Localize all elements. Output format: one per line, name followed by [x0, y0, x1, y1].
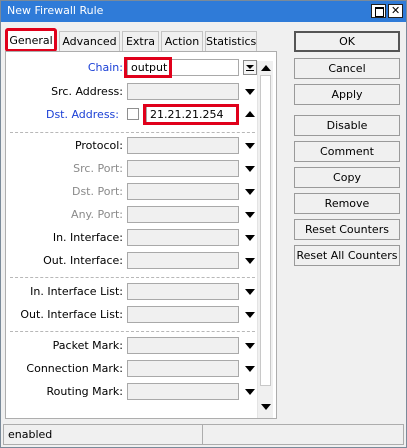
tab-action[interactable]: Action — [161, 31, 203, 51]
chain-field[interactable]: output — [127, 59, 239, 76]
chevron-down-icon[interactable] — [245, 143, 255, 149]
comment-button[interactable]: Comment — [294, 141, 400, 162]
chevron-up-icon[interactable] — [245, 111, 255, 117]
chevron-down-icon[interactable] — [245, 235, 255, 241]
chevron-down-icon[interactable] — [245, 389, 255, 395]
chevron-down-icon[interactable] — [245, 343, 255, 349]
in-interface-list-label: In. Interface List: — [30, 285, 123, 298]
protocol-label: Protocol: — [74, 139, 123, 152]
apply-button[interactable]: Apply — [294, 84, 400, 105]
ok-button[interactable]: OK — [294, 31, 400, 52]
src-address-field[interactable] — [127, 83, 239, 100]
in-interface-list-field[interactable] — [127, 283, 239, 300]
routing-mark-field[interactable] — [127, 383, 239, 400]
dst-address-field[interactable]: 21.21.21.254 — [146, 106, 239, 123]
scrollbar-thumb[interactable] — [260, 75, 271, 386]
window-title: New Firewall Rule — [7, 4, 104, 17]
separator — [10, 277, 260, 278]
chevron-down-icon[interactable] — [245, 166, 255, 172]
maximize-icon[interactable] — [371, 4, 386, 18]
dst-address-label: Dst. Address: — [45, 108, 119, 121]
panel-scrollbar[interactable] — [257, 61, 273, 418]
chevron-down-icon[interactable] — [245, 366, 255, 372]
packet-mark-field[interactable] — [127, 337, 239, 354]
tab-extra[interactable]: Extra — [122, 31, 159, 51]
dst-port-label: Dst. Port: — [71, 185, 123, 198]
reset-all-counters-button[interactable]: Reset All Counters — [294, 245, 400, 266]
firewall-rule-window: New Firewall Rule General Advanced Extra… — [0, 0, 407, 448]
src-address-label: Src. Address: — [51, 85, 123, 98]
chain-label: Chain: — [87, 61, 123, 74]
any-port-label: Any. Port: — [71, 208, 123, 221]
chain-dropdown-icon[interactable] — [243, 60, 257, 75]
out-interface-label: Out. Interface: — [43, 254, 123, 267]
reset-counters-button[interactable]: Reset Counters — [294, 219, 400, 240]
status-bar: enabled — [3, 424, 404, 445]
src-port-field[interactable] — [127, 160, 239, 177]
tab-general[interactable]: General — [7, 28, 55, 52]
routing-mark-label: Routing Mark: — [46, 385, 123, 398]
chevron-down-icon[interactable] — [245, 189, 255, 195]
chevron-down-icon[interactable] — [245, 312, 255, 318]
connection-mark-label: Connection Mark: — [26, 362, 123, 375]
chevron-down-icon[interactable] — [245, 212, 255, 218]
out-interface-list-field[interactable] — [127, 306, 239, 323]
dst-address-invert-checkbox[interactable] — [127, 108, 139, 120]
scroll-up-icon[interactable] — [261, 65, 271, 71]
in-interface-label: In. Interface: — [52, 231, 123, 244]
status-text: enabled — [8, 428, 53, 441]
general-panel: Chain: output Src. Address: Dst. Address… — [5, 51, 277, 419]
disable-button[interactable]: Disable — [294, 115, 400, 136]
tab-advanced[interactable]: Advanced — [59, 31, 120, 51]
src-port-label: Src. Port: — [73, 162, 123, 175]
chevron-down-icon[interactable] — [245, 258, 255, 264]
connection-mark-field[interactable] — [127, 360, 239, 377]
status-divider — [202, 425, 203, 444]
scroll-down-icon[interactable] — [261, 404, 271, 410]
separator — [10, 331, 260, 332]
in-interface-field[interactable] — [127, 229, 239, 246]
tab-statistics[interactable]: Statistics — [205, 31, 257, 51]
close-icon[interactable] — [388, 4, 403, 18]
protocol-field[interactable] — [127, 137, 239, 154]
dst-port-field[interactable] — [127, 183, 239, 200]
out-interface-field[interactable] — [127, 252, 239, 269]
packet-mark-label: Packet Mark: — [52, 339, 123, 352]
out-interface-list-label: Out. Interface List: — [20, 308, 123, 321]
copy-button[interactable]: Copy — [294, 167, 400, 188]
remove-button[interactable]: Remove — [294, 193, 400, 214]
chevron-down-icon[interactable] — [245, 89, 255, 95]
chevron-down-icon[interactable] — [245, 289, 255, 295]
title-bar[interactable]: New Firewall Rule — [1, 1, 406, 22]
separator — [10, 132, 260, 133]
cancel-button[interactable]: Cancel — [294, 58, 400, 79]
any-port-field[interactable] — [127, 206, 239, 223]
